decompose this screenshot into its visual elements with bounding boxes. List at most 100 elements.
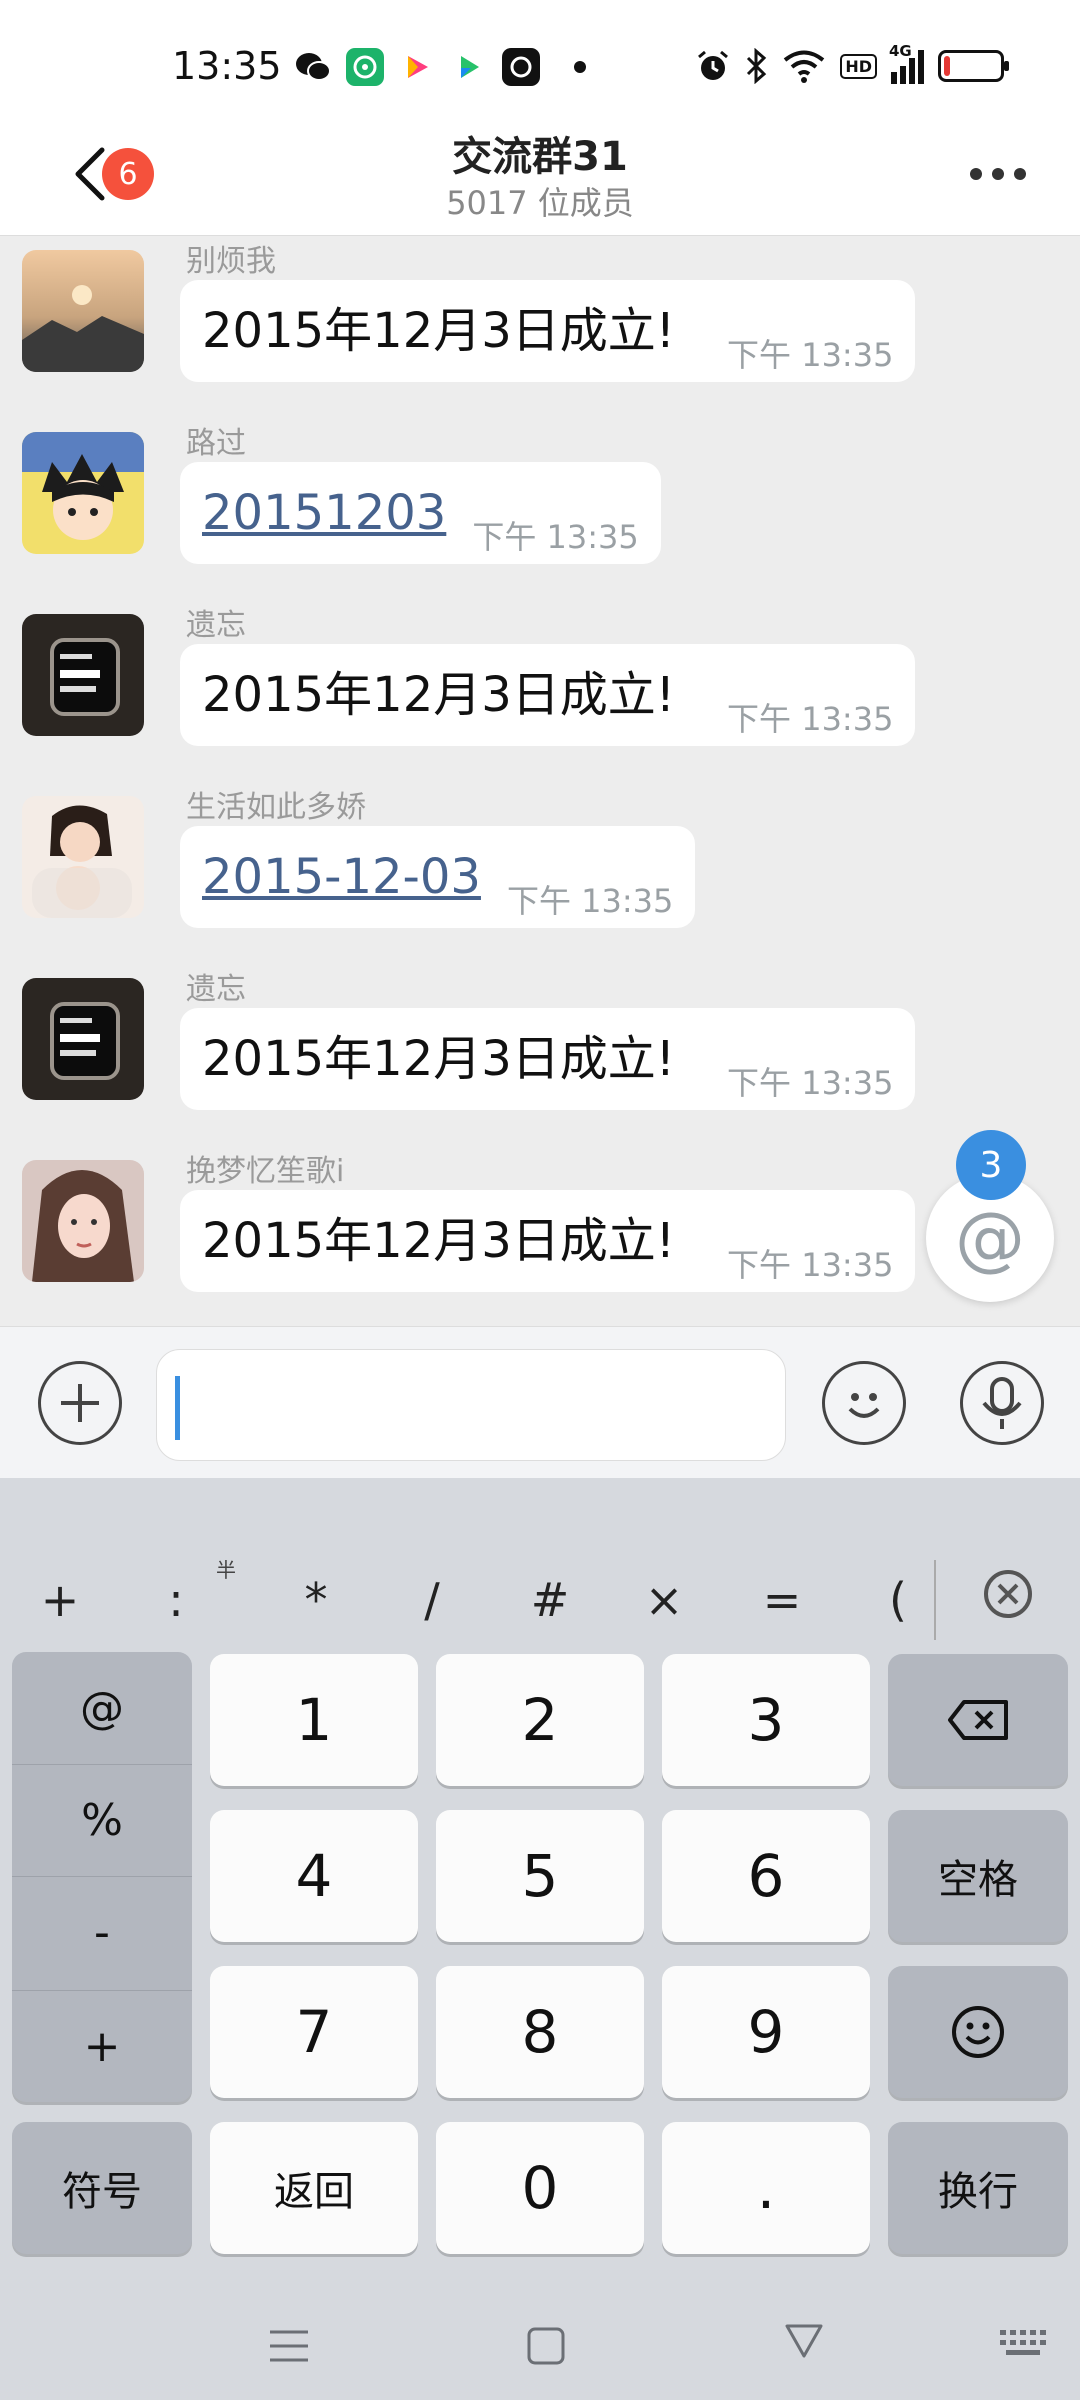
avatar[interactable] [22, 432, 144, 554]
avatar[interactable] [22, 978, 144, 1100]
symbols-key-label: 符号 [62, 2169, 142, 2215]
message-text: 2015年12月3日成立! [202, 1213, 676, 1269]
divider [934, 1560, 936, 1640]
app-black-icon [502, 48, 540, 86]
back-triangle-icon[interactable] [784, 2320, 824, 2360]
alarm-icon [698, 50, 729, 80]
side-symbol-key[interactable]: % [12, 1764, 192, 1876]
sender-name: 遗忘 [186, 972, 246, 1007]
symbol-key[interactable]: / [392, 1550, 472, 1650]
sender-name: 别烦我 [186, 244, 276, 279]
back-key[interactable]: 返回 [210, 2122, 418, 2254]
key-0[interactable]: 0 [436, 2122, 644, 2254]
back-key-label: 返回 [274, 2169, 354, 2215]
input-bar [0, 1326, 1080, 1478]
message-list[interactable]: 别烦我 2015年12月3日成立! 下午 13:35 路过 20151203 下… [0, 236, 1080, 1326]
close-keyboard-icon[interactable] [980, 1566, 1036, 1622]
key-1[interactable]: 1 [210, 1654, 418, 1786]
notification-icons [294, 48, 586, 86]
message-item: 生活如此多娇 2015-12-03 下午 13:35 [0, 782, 1080, 964]
keyboard-switch-icon[interactable] [998, 2326, 1048, 2362]
battery-icon [938, 50, 1009, 82]
menu-icon[interactable] [268, 2326, 310, 2366]
symbol-key[interactable]: : [136, 1550, 216, 1650]
system-icons: HD 4G [696, 42, 1009, 84]
symbol-key[interactable]: * [276, 1550, 356, 1650]
message-item: 遗忘 2015年12月3日成立! 下午 13:35 [0, 600, 1080, 782]
side-symbol-key[interactable]: + [12, 1990, 192, 2102]
sender-name: 生活如此多娇 [186, 790, 366, 825]
symbol-row: + : * / # × = ( [0, 1550, 1080, 1650]
group-title: 交流群31 [452, 134, 628, 180]
app-green-icon [346, 48, 384, 86]
voice-button[interactable] [960, 1361, 1044, 1445]
key-8[interactable]: 8 [436, 1966, 644, 2098]
symbol-key[interactable]: # [510, 1550, 590, 1650]
side-symbol-key[interactable]: @ [12, 1652, 192, 1764]
wifi-icon [784, 50, 825, 83]
side-symbol-panel[interactable]: @ % - + [12, 1652, 192, 2102]
key-4[interactable]: 4 [210, 1810, 418, 1942]
avatar[interactable] [22, 614, 144, 736]
message-bubble[interactable]: 2015年12月3日成立! 下午 13:35 [180, 1008, 916, 1110]
message-item: 别烦我 2015年12月3日成立! 下午 13:35 [0, 236, 1080, 418]
more-options-button[interactable] [970, 168, 1026, 180]
member-count: 5017 位成员 [446, 184, 634, 222]
side-symbol-key[interactable]: - [12, 1876, 192, 1988]
symbol-key[interactable]: ( [858, 1550, 938, 1650]
mention-count-badge: 3 [956, 1130, 1026, 1200]
microphone-icon [982, 1377, 1022, 1429]
sender-name: 挽梦忆笙歌i [186, 1154, 345, 1189]
key-3[interactable]: 3 [662, 1654, 870, 1786]
message-item: 路过 20151203 下午 13:35 [0, 418, 1080, 600]
message-link[interactable]: 2015-12-03 [202, 826, 481, 928]
bluetooth-icon [747, 48, 767, 84]
message-bubble[interactable]: 20151203 下午 13:35 [180, 462, 661, 564]
at-icon: @ [955, 1197, 1025, 1279]
wechat-icon [296, 53, 331, 81]
more-notifications-dot [574, 61, 586, 73]
message-item: 挽梦忆笙歌i 2015年12月3日成立! 下午 13:35 [0, 1146, 1080, 1326]
message-bubble[interactable]: 2015年12月3日成立! 下午 13:35 [180, 644, 916, 746]
add-attachment-button[interactable] [38, 1361, 122, 1445]
dot-key[interactable]: . [662, 2122, 870, 2254]
home-icon[interactable] [526, 2326, 566, 2366]
message-bubble[interactable]: 2015-12-03 下午 13:35 [180, 826, 696, 928]
message-bubble[interactable]: 2015年12月3日成立! 下午 13:35 [180, 1190, 916, 1292]
key-7[interactable]: 7 [210, 1966, 418, 2098]
sender-name: 遗忘 [186, 608, 246, 643]
key-6[interactable]: 6 [662, 1810, 870, 1942]
avatar[interactable] [22, 1160, 144, 1282]
avatar[interactable] [22, 796, 144, 918]
emoji-key[interactable] [888, 1966, 1068, 2098]
text-caret [175, 1376, 180, 1440]
message-input[interactable] [156, 1349, 786, 1461]
key-5[interactable]: 5 [436, 1810, 644, 1942]
half-width-indicator: 半 [216, 1558, 236, 1582]
key-9[interactable]: 9 [662, 1966, 870, 2098]
message-link[interactable]: 20151203 [202, 462, 446, 564]
numeric-keyboard: + : * / # × = ( 半 @ % - + 1 2 3 4 5 6 空格… [0, 1478, 1080, 2400]
enter-key[interactable]: 换行 [888, 2122, 1068, 2254]
message-text: 2015年12月3日成立! [202, 1031, 676, 1087]
backspace-key[interactable] [888, 1654, 1068, 1786]
message-time: 下午 13:35 [727, 1064, 894, 1102]
enter-key-label: 换行 [938, 2169, 1018, 2215]
key-2[interactable]: 2 [436, 1654, 644, 1786]
avatar[interactable] [22, 250, 144, 372]
space-key-label: 空格 [938, 1857, 1018, 1903]
symbols-key[interactable]: 符号 [12, 2122, 192, 2254]
message-time: 下午 13:35 [472, 518, 639, 556]
message-bubble[interactable]: 2015年12月3日成立! 下午 13:35 [180, 280, 916, 382]
hd-icon: HD [840, 53, 877, 79]
status-time: 13:35 [172, 44, 282, 88]
symbol-key[interactable]: × [624, 1550, 704, 1650]
space-key[interactable]: 空格 [888, 1810, 1068, 1942]
app-pink-icon [398, 48, 436, 86]
emoji-button[interactable] [822, 1361, 906, 1445]
app-play-icon [450, 48, 488, 86]
symbol-key[interactable]: + [20, 1550, 100, 1650]
status-bar: 13:35 HD 4G [0, 0, 1080, 118]
emoji-smiley-icon [952, 2006, 1004, 2058]
symbol-key[interactable]: = [742, 1550, 822, 1650]
